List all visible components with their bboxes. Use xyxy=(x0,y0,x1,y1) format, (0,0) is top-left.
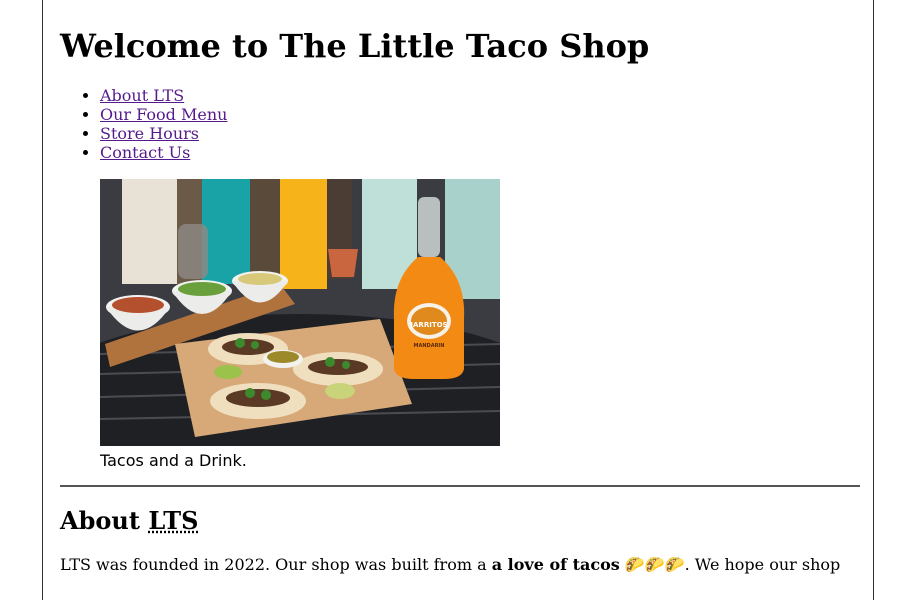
page-title: Welcome to The Little Taco Shop xyxy=(60,27,650,65)
about-text-before: LTS was founded in 2022. Our shop was bu… xyxy=(60,555,492,574)
taco-emoji-icon: 🌮🌮🌮 xyxy=(624,555,685,574)
nav-item-hours: Store Hours xyxy=(100,124,227,143)
nav-item-menu: Our Food Menu xyxy=(100,105,227,124)
photo-caption: Tacos and a Drink. xyxy=(100,451,247,470)
about-text-after: . We hope our shop xyxy=(684,555,841,574)
section-divider xyxy=(60,485,860,487)
nav-link-menu[interactable]: Our Food Menu xyxy=(100,105,227,124)
about-heading-abbr: LTS xyxy=(148,506,199,535)
nav-link-contact[interactable]: Contact Us xyxy=(100,143,190,162)
about-heading-prefix: About xyxy=(60,506,149,535)
about-bold-text: a love of tacos xyxy=(491,555,620,574)
tacos-photo-illustration: JARRITOS MANDARIN xyxy=(100,179,500,446)
nav-item-contact: Contact Us xyxy=(100,143,227,162)
hero-figure: JARRITOS MANDARIN Tacos and a Drink. xyxy=(100,179,500,471)
bottle-label-text: JARRITOS xyxy=(409,321,447,329)
page-container: Welcome to The Little Taco Shop About LT… xyxy=(42,0,874,600)
bottle-flavor-text: MANDARIN xyxy=(414,343,445,349)
nav-item-about: About LTS xyxy=(100,86,227,105)
nav-list: About LTS Our Food Menu Store Hours Cont… xyxy=(60,86,227,162)
nav-link-hours[interactable]: Store Hours xyxy=(100,124,199,143)
tacos-photo: JARRITOS MANDARIN xyxy=(100,179,500,446)
about-paragraph: LTS was founded in 2022. Our shop was bu… xyxy=(60,555,860,575)
about-heading: About LTS xyxy=(60,505,198,537)
nav-link-about[interactable]: About LTS xyxy=(100,86,184,105)
